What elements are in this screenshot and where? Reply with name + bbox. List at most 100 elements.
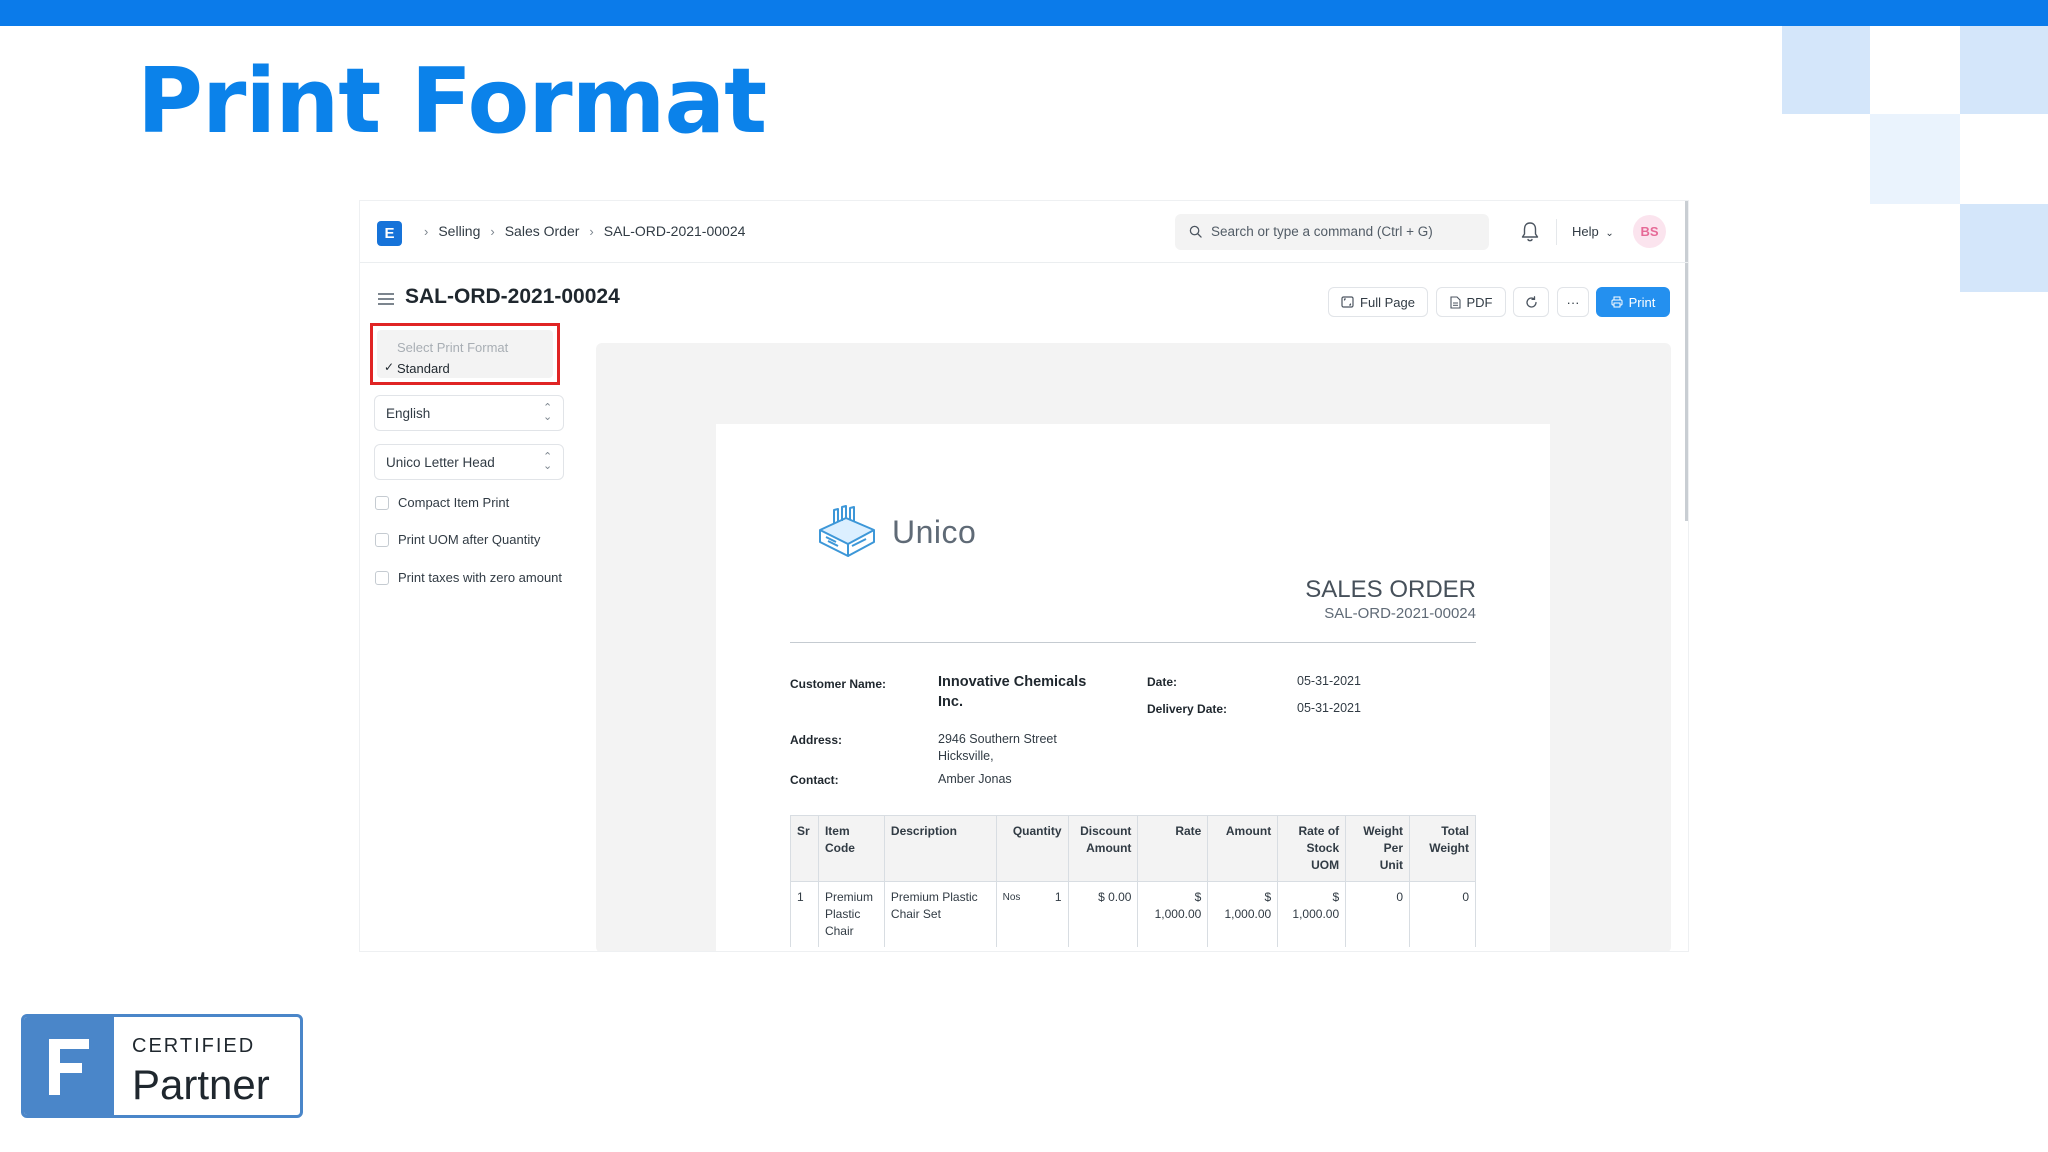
customer-label: Customer Name:: [790, 677, 887, 691]
print-button[interactable]: Print: [1596, 287, 1670, 317]
breadcrumb-document[interactable]: SAL-ORD-2021-00024: [604, 223, 746, 239]
document-number: SAL-ORD-2021-00024: [1324, 605, 1476, 622]
header-line: Discount: [1080, 824, 1132, 838]
print-preview-area: Unico SALES ORDER SAL-ORD-2021-00024 Cus…: [596, 343, 1671, 951]
chevron-right-icon: ›: [490, 223, 495, 239]
frappe-logo-icon: [49, 1039, 89, 1095]
check-icon: ✓: [384, 360, 395, 374]
print-taxes-checkbox[interactable]: Print taxes with zero amount: [375, 570, 562, 585]
more-actions-button[interactable]: ···: [1557, 287, 1589, 317]
checkbox-label: Print taxes with zero amount: [398, 570, 563, 585]
letter-head-select[interactable]: Unico Letter Head ⌃ ⌄: [374, 444, 564, 480]
page-title: SAL-ORD-2021-00024: [405, 285, 620, 308]
chevron-down-icon: ⌄: [1605, 228, 1614, 239]
compact-item-print-checkbox[interactable]: Compact Item Print: [375, 495, 509, 510]
decorative-square: [1870, 114, 1960, 204]
decorative-square: [1782, 26, 1870, 114]
badge-certified-text: CERTIFIED: [132, 1035, 256, 1057]
decorative-square: [1960, 204, 2048, 292]
top-accent-bar: [0, 0, 2048, 26]
column-header: Quantity: [995, 815, 1069, 882]
document-heading: SALES ORDER: [1305, 576, 1476, 603]
contact-value: Amber Jonas: [938, 772, 1012, 786]
print-format-dropdown[interactable]: Select Print Format ✓ Standard: [370, 323, 560, 385]
column-header: Rate: [1137, 815, 1209, 882]
cell-line: 1,000.00: [1154, 907, 1202, 921]
app-logo-icon[interactable]: E: [377, 221, 402, 246]
header-line: Total: [1441, 824, 1469, 838]
address-line: Hicksville,: [938, 749, 994, 763]
delivery-date-label: Delivery Date:: [1147, 702, 1228, 716]
checkbox-box[interactable]: [375, 570, 389, 585]
header-line: Weight: [1429, 841, 1469, 855]
chevron-right-icon: ›: [424, 223, 429, 239]
chevron-right-icon: ›: [589, 223, 594, 239]
avatar[interactable]: BS: [1633, 215, 1666, 248]
cell-line: Chair Set: [890, 907, 941, 921]
decorative-square: [1960, 26, 2048, 114]
items-table: Sr Item Code Description Quantity Discoun…: [790, 815, 1476, 947]
print-format-menu: Select Print Format ✓ Standard: [377, 330, 553, 378]
expand-icon: [1341, 296, 1354, 308]
breadcrumb-selling[interactable]: Selling: [438, 223, 480, 239]
print-label: Print: [1628, 294, 1656, 310]
cell-line: Plastic: [824, 907, 861, 921]
customer-name: Innovative Chemicals Inc.: [938, 672, 1086, 712]
date-value: 05-31-2021: [1297, 674, 1361, 688]
checkbox-label: Compact Item Print: [398, 495, 510, 510]
header-line: UOM: [1311, 858, 1340, 872]
header-line: Weight: [1363, 824, 1404, 838]
cell-line: $: [1332, 890, 1340, 904]
cell-rate-stock: $1,000.00: [1277, 881, 1347, 947]
header-line: Per: [1383, 841, 1404, 855]
refresh-button[interactable]: [1513, 287, 1549, 317]
search-icon: [1189, 225, 1202, 238]
print-page: Unico SALES ORDER SAL-ORD-2021-00024 Cus…: [716, 424, 1550, 951]
pdf-button[interactable]: PDF: [1436, 287, 1506, 317]
company-logo: Unico: [816, 504, 976, 560]
cell-line: 1,000.00: [1224, 907, 1272, 921]
breadcrumb-sales-order[interactable]: Sales Order: [505, 223, 580, 239]
bell-icon[interactable]: [1520, 221, 1540, 243]
column-header: Sr: [790, 815, 819, 882]
print-format-placeholder: Select Print Format: [397, 340, 509, 355]
cell-quantity: Nos 1: [995, 881, 1069, 947]
sidebar-toggle-icon[interactable]: [378, 293, 394, 305]
print-uom-checkbox[interactable]: Print UOM after Quantity: [375, 532, 540, 547]
search-input[interactable]: Search or type a command (Ctrl + G): [1175, 214, 1489, 250]
table-row: 1 Premium Plastic Chair Premium Plastic Cha…: [790, 881, 1476, 947]
checkbox-box[interactable]: [375, 532, 389, 547]
more-icon: ···: [1566, 294, 1580, 310]
header-line: Code: [824, 841, 855, 855]
cell-line: $: [1194, 890, 1202, 904]
checkbox-box[interactable]: [375, 495, 389, 510]
full-page-button[interactable]: Full Page: [1328, 287, 1428, 317]
pdf-label: PDF: [1466, 294, 1493, 310]
cell-line: 1,000.00: [1292, 907, 1340, 921]
address-value: 2946 Southern Street Hicksville,: [938, 731, 1057, 765]
table-header-row: Sr Item Code Description Quantity Discoun…: [790, 815, 1476, 882]
cell-line: Premium: [824, 890, 873, 904]
column-header: Discount Amount: [1067, 815, 1139, 882]
certified-partner-badge: CERTIFIED Partner: [21, 1014, 303, 1118]
help-label: Help: [1572, 224, 1599, 239]
column-header: Total Weight: [1409, 815, 1476, 882]
language-value: English: [386, 406, 431, 421]
address-label: Address:: [790, 733, 843, 747]
language-select[interactable]: English ⌃ ⌄: [374, 395, 564, 431]
cell-line: $: [1264, 890, 1272, 904]
header-line: Stock: [1306, 841, 1340, 855]
refresh-icon: [1525, 295, 1537, 308]
cell-total-weight: 0: [1409, 881, 1476, 947]
cell-weight: 0: [1345, 881, 1411, 947]
divider: [1556, 219, 1557, 245]
help-menu[interactable]: Help ⌄: [1572, 224, 1614, 239]
badge-logo-block: [24, 1017, 114, 1115]
print-format-option-standard[interactable]: Standard: [397, 361, 450, 376]
cell-rate: $1,000.00: [1137, 881, 1209, 947]
header-line: Rate of: [1298, 824, 1340, 838]
letter-head-value: Unico Letter Head: [386, 455, 495, 470]
delivery-date-value: 05-31-2021: [1297, 701, 1361, 715]
select-caret-icon: ⌃ ⌄: [543, 451, 553, 472]
breadcrumb: › Selling › Sales Order › SAL-ORD-2021-0…: [414, 223, 745, 239]
